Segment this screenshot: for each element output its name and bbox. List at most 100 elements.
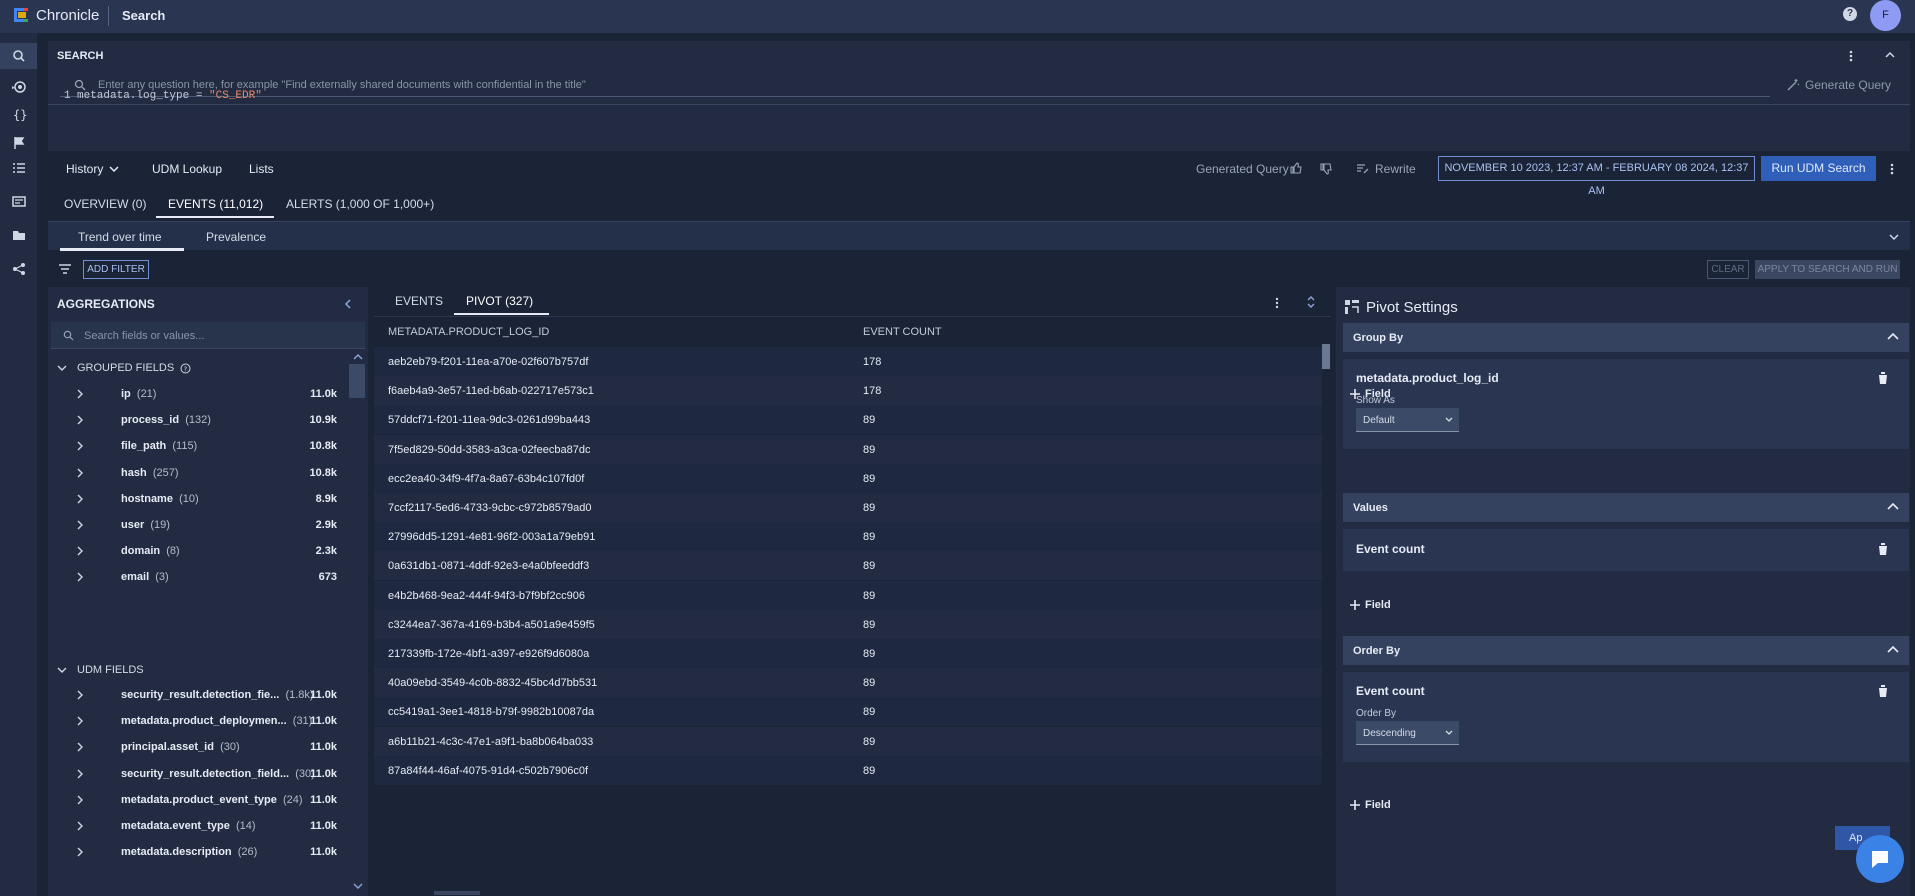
group-by-section-header[interactable]: Group By [1343, 323, 1909, 352]
list-icon[interactable] [11, 160, 27, 176]
table-row[interactable]: 57ddcf71-f201-11ea-9dc3-0261d99ba443 89 [374, 405, 1322, 435]
aggregations-search[interactable] [51, 322, 365, 349]
table-row[interactable]: 87a84f44-46af-4075-91d4-c502b7906c0f 89 [374, 755, 1322, 785]
pivot-horizontal-scrollbar[interactable] [434, 891, 480, 895]
aggregation-row[interactable]: metadata.description (26) 11.0k [48, 840, 340, 864]
aggregations-search-input[interactable] [84, 327, 354, 344]
chevron-down-icon[interactable] [1888, 232, 1900, 242]
chronicle-logo[interactable]: Chronicle [12, 6, 99, 24]
table-row[interactable]: 7f5ed829-50dd-3583-a3ca-02feecba87dc 89 [374, 434, 1322, 464]
lists-button[interactable]: Lists [249, 162, 274, 176]
aggregation-row[interactable]: security_result.detection_fie... (1.8k) 1… [48, 683, 340, 707]
column-header-log-id[interactable]: METADATA.PRODUCT_LOG_ID [388, 326, 549, 338]
chat-support-button[interactable] [1856, 835, 1904, 883]
aggregation-row[interactable]: user (19) 2.9k [48, 513, 340, 537]
svg-text:?: ? [184, 365, 188, 373]
aggregation-row[interactable]: process_id (132) 10.9k [48, 408, 340, 432]
query-code-string: "CS_EDR" [209, 90, 262, 102]
add-order-field-button[interactable]: Field [1350, 799, 1391, 811]
history-dropdown[interactable]: History [66, 162, 119, 176]
info-icon[interactable]: ? [180, 363, 191, 374]
clear-filters-button[interactable]: CLEAR [1707, 260, 1749, 279]
filter-icon[interactable] [58, 263, 72, 275]
add-group-by-field-button[interactable]: Field [1350, 388, 1391, 400]
table-row[interactable]: 7ccf2117-5ed6-4733-9cbc-c972b8579ad0 89 [374, 493, 1322, 522]
search-icon[interactable] [11, 48, 27, 64]
dashboard-icon[interactable] [11, 194, 27, 210]
chevron-up-icon[interactable] [1884, 49, 1896, 61]
thumbs-down-icon[interactable] [1320, 163, 1332, 175]
aggregation-row[interactable]: hash (257) 10.8k [48, 461, 340, 485]
table-row[interactable]: a6b11b21-4c3c-47e1-a9f1-ba8b064ba033 89 [374, 726, 1322, 756]
table-row[interactable]: aeb2eb79-f201-11ea-a70e-02f607b757df 178 [374, 347, 1322, 376]
add-filter-button[interactable]: ADD FILTER [83, 260, 149, 279]
aggregation-row[interactable]: metadata.product_event_type (24) 11.0k [48, 788, 340, 812]
add-value-field-button[interactable]: Field [1350, 599, 1391, 611]
tab-events[interactable]: EVENTS (11,012) [168, 197, 263, 211]
tab-events-list[interactable]: EVENTS [395, 294, 443, 308]
tab-alerts[interactable]: ALERTS (1,000 OF 1,000+) [286, 197, 434, 211]
field-name: email (3) [121, 571, 169, 583]
table-row[interactable]: 0a631db1-0871-4ddf-92e3-e4a0bfeeddf3 89 [374, 551, 1322, 581]
order-by-section-header[interactable]: Order By [1343, 636, 1909, 665]
radar-icon[interactable] [11, 79, 27, 95]
order-direction-select[interactable]: Descending [1356, 721, 1459, 745]
rewrite-button[interactable]: Rewrite [1356, 162, 1416, 176]
field-label: email [121, 571, 150, 584]
values-section-header[interactable]: Values [1343, 493, 1909, 522]
date-range-picker[interactable]: NOVEMBER 10 2023, 12:37 AM - FEBRUARY 08… [1438, 156, 1755, 197]
field-label: principal.asset_id [121, 741, 214, 754]
aggregation-row[interactable]: metadata.product_deploymen... (31) 11.0k [48, 709, 340, 733]
table-row[interactable]: e4b2b468-9ea2-444f-94f3-b7f9bf2cc906 89 [374, 580, 1322, 610]
aggregation-row[interactable]: file_path (115) 10.8k [48, 434, 340, 458]
grouped-fields-header[interactable]: GROUPED FIELDS ? [57, 362, 191, 374]
flag-icon[interactable] [11, 135, 27, 151]
more-vert-icon[interactable] [1848, 49, 1854, 63]
tab-pivot[interactable]: PIVOT (327) [466, 294, 533, 308]
aggregation-row[interactable]: hostname (10) 8.9k [48, 487, 340, 511]
aggregation-row[interactable]: domain (8) 2.3k [48, 539, 340, 563]
aggregation-row[interactable]: email (3) 673 [48, 565, 340, 589]
chevron-left-icon[interactable] [344, 299, 352, 309]
scroll-down-arrow-icon[interactable] [353, 882, 363, 890]
expand-collapse-icon[interactable] [1306, 295, 1316, 309]
scroll-up-arrow-icon[interactable] [353, 353, 363, 361]
table-row[interactable]: ecc2ea40-34f9-4f7a-8a67-63b4c107fd0f 89 [374, 463, 1322, 493]
table-row[interactable]: 40a09ebd-3549-4c0b-8832-45bc4d7bb531 89 [374, 668, 1322, 698]
event-count-cell: 89 [863, 706, 876, 719]
pivot-scrollbar-thumb[interactable] [1322, 344, 1330, 369]
more-vert-icon[interactable] [1889, 162, 1895, 176]
column-header-event-count[interactable]: EVENT COUNT [863, 326, 942, 338]
apply-to-search-button[interactable]: APPLY TO SEARCH AND RUN [1755, 260, 1900, 279]
tab-overview[interactable]: OVERVIEW (0) [64, 197, 146, 211]
field-distinct-count: (30) [220, 741, 240, 754]
query-editor[interactable]: 1 metadata.log_type = "CS_EDR" [48, 88, 1910, 105]
aggregation-row[interactable]: ip (21) 11.0k [48, 382, 340, 406]
agg-scrollbar-thumb[interactable] [349, 364, 365, 398]
table-row[interactable]: cc5419a1-3ee1-4818-b79f-9982b10087da 89 [374, 697, 1322, 727]
aggregation-row[interactable]: principal.asset_id (30) 11.0k [48, 735, 340, 759]
folder-icon[interactable] [11, 227, 27, 243]
avatar[interactable]: F [1870, 0, 1901, 31]
table-row[interactable]: 217339fb-172e-4bf1-a397-e926f9d6080a 89 [374, 639, 1322, 668]
aggregation-row[interactable]: metadata.event_type (14) 11.0k [48, 814, 340, 838]
trash-icon[interactable] [1877, 684, 1889, 698]
table-row[interactable]: f6aeb4a9-3e57-11ed-b6ab-022717e573c1 178 [374, 376, 1322, 406]
help-icon[interactable]: ? [1843, 7, 1857, 21]
tab-prevalence[interactable]: Prevalence [206, 230, 266, 244]
udm-fields-header[interactable]: UDM FIELDS [57, 664, 144, 676]
thumbs-up-icon[interactable] [1290, 162, 1302, 174]
graph-icon[interactable] [11, 261, 27, 277]
braces-icon[interactable]: {} [11, 106, 27, 122]
show-as-select[interactable]: Default [1356, 408, 1459, 432]
table-row[interactable]: 27996dd5-1291-4e81-96f2-003a1a79eb91 89 [374, 522, 1322, 552]
trash-icon[interactable] [1877, 371, 1889, 385]
udm-lookup-button[interactable]: UDM Lookup [152, 162, 222, 176]
tab-trend-over-time[interactable]: Trend over time [78, 230, 162, 244]
run-udm-search-button[interactable]: Run UDM Search [1761, 156, 1876, 181]
table-row[interactable]: c3244ea7-367a-4169-b3b4-a501a9e459f5 89 [374, 609, 1322, 639]
field-distinct-count: (19) [150, 519, 170, 531]
trash-icon[interactable] [1877, 542, 1889, 556]
more-vert-icon[interactable] [1274, 296, 1280, 310]
aggregation-row[interactable]: security_result.detection_field... (30) 1… [48, 762, 340, 786]
